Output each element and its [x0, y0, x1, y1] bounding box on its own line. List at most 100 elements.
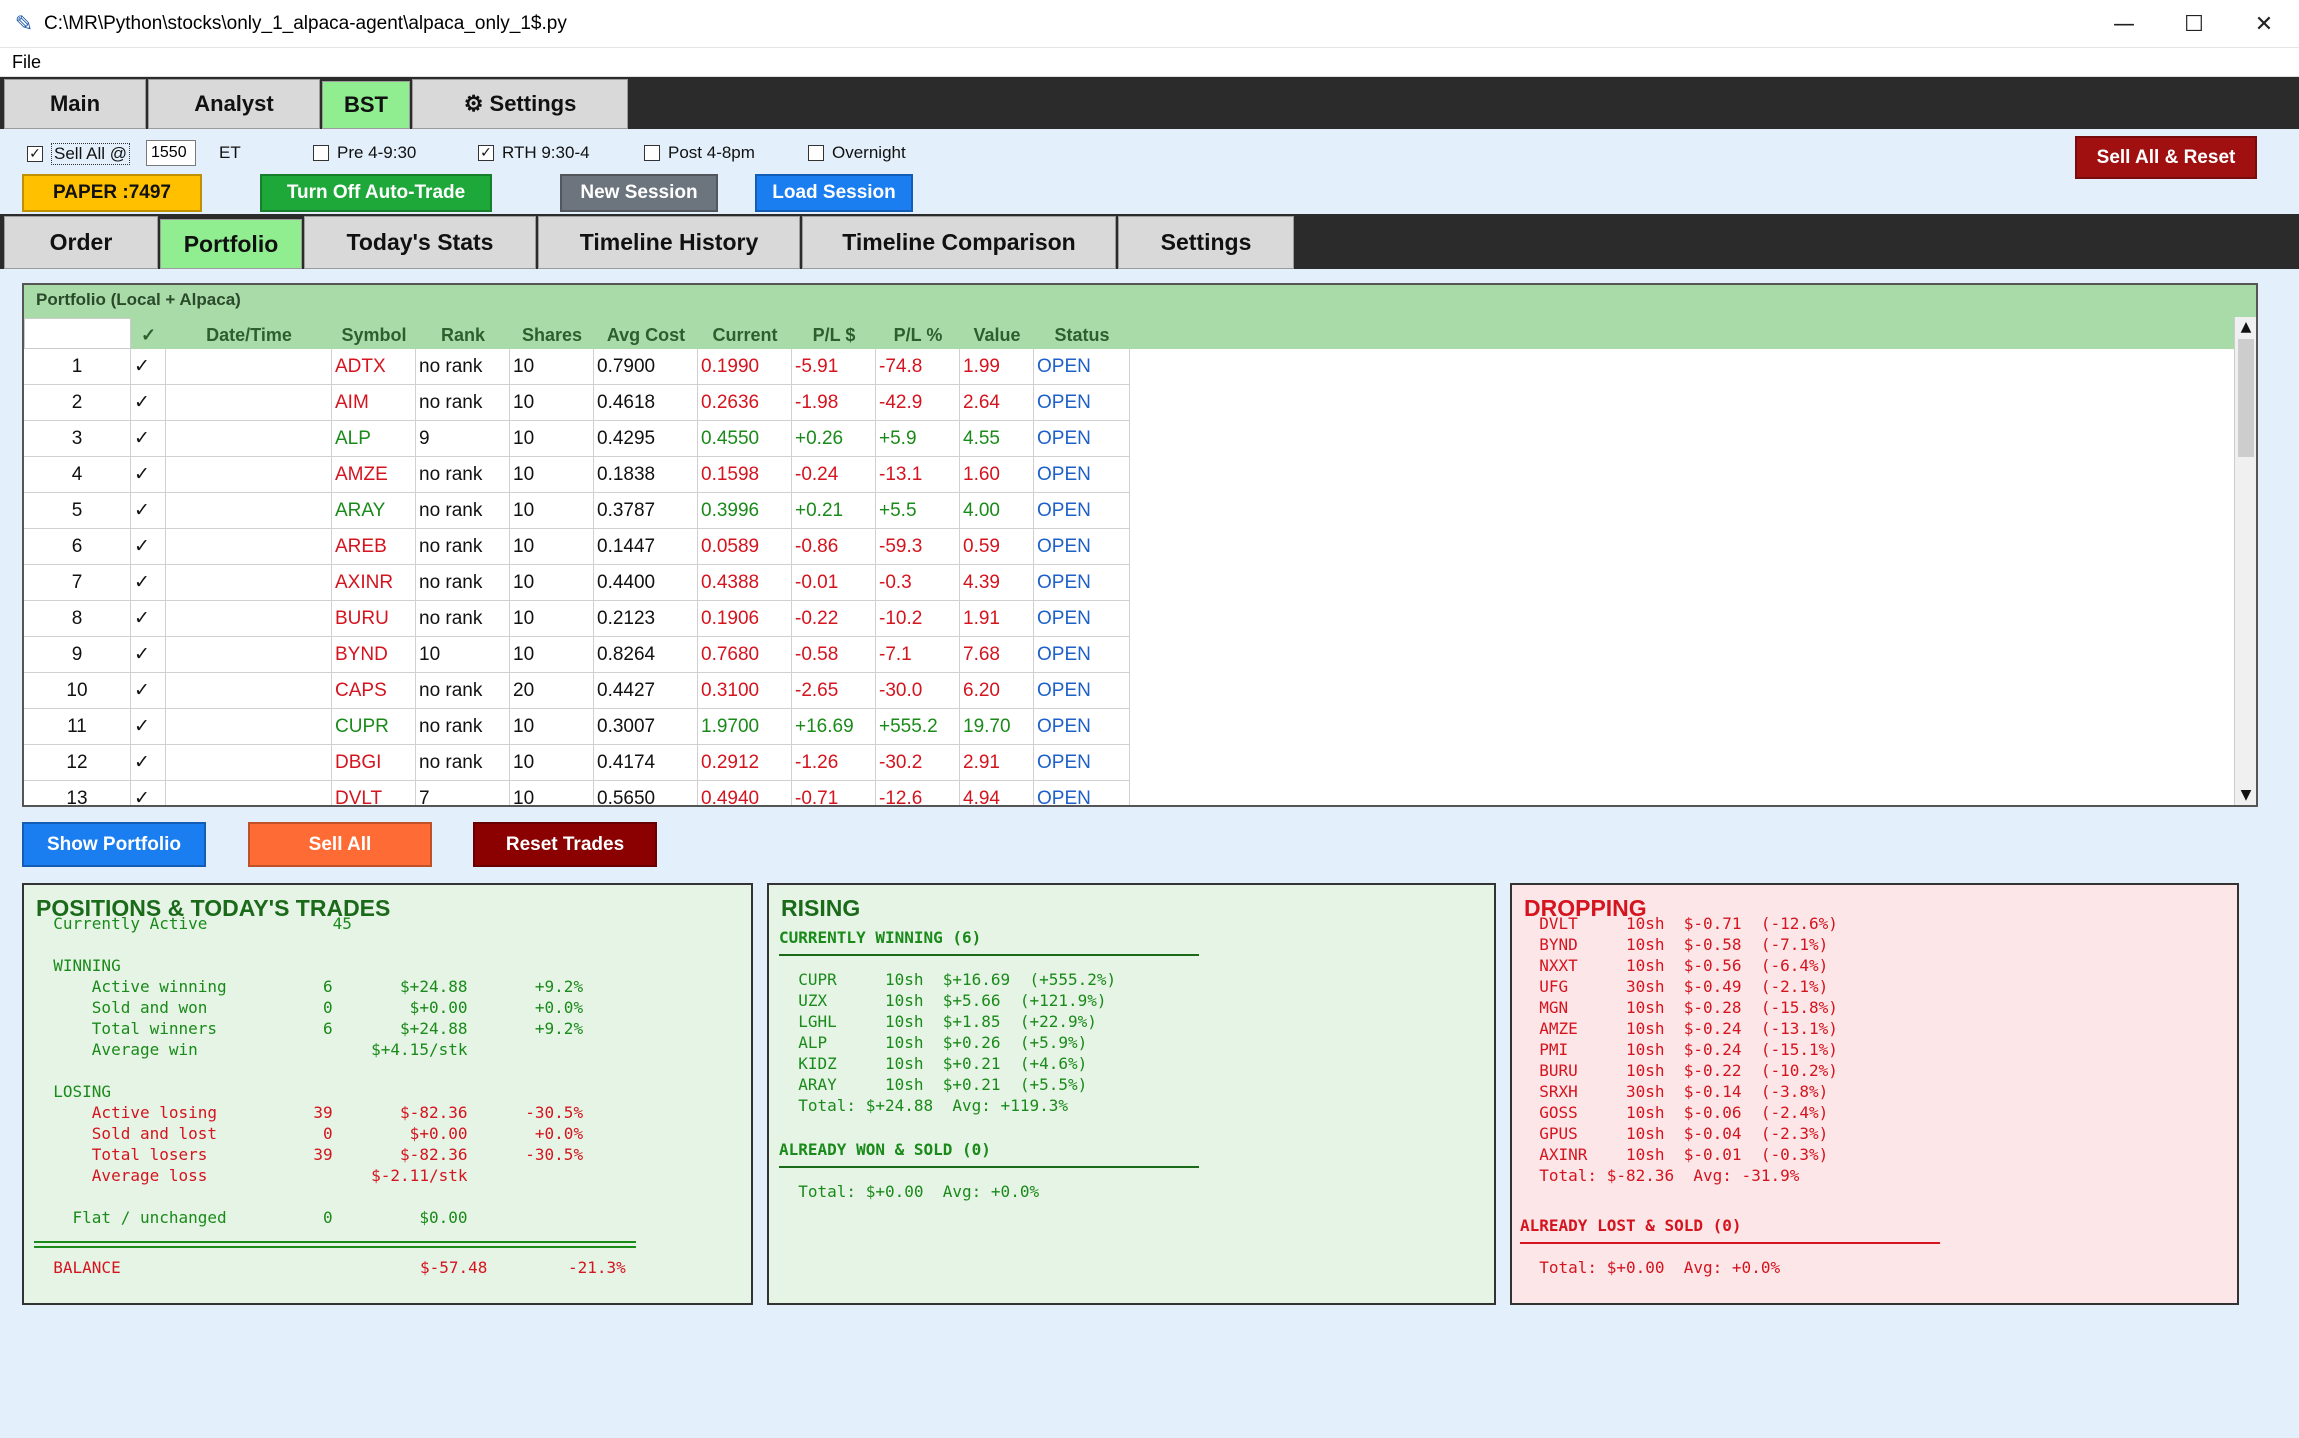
minimize-button[interactable]: — [2089, 0, 2159, 48]
col-status[interactable]: Status [1034, 322, 1130, 349]
panel-line: Average loss $-2.11/stk [34, 1166, 468, 1185]
col-pl-percent[interactable]: P/L % [876, 322, 960, 349]
scroll-thumb[interactable] [2238, 339, 2254, 457]
row-pl-dollar: -0.86 [792, 529, 876, 565]
row-pl-dollar: -1.98 [792, 385, 876, 421]
table-row[interactable]: 7 ✓ AXINR no rank 10 0.4400 0.4388 -0.01 -0.3 4.3… [24, 565, 1130, 601]
col-check[interactable]: ✓ [131, 322, 166, 349]
row-index: 9 [24, 637, 131, 673]
col-value[interactable]: Value [960, 322, 1034, 349]
paper-account-button[interactable]: PAPER :7497 [22, 174, 202, 212]
reset-trades-button[interactable]: Reset Trades [473, 822, 657, 867]
tab-timeline-comparison[interactable]: Timeline Comparison [802, 216, 1116, 269]
tab-analyst[interactable]: Analyst [148, 79, 320, 129]
row-datetime [166, 385, 332, 421]
row-status: OPEN [1034, 781, 1130, 805]
row-index: 12 [24, 745, 131, 781]
col-rank[interactable]: Rank [416, 322, 510, 349]
maximize-button[interactable]: ☐ [2159, 0, 2229, 48]
row-index: 3 [24, 421, 131, 457]
panel-line: Sold and won 0 $+0.00 +0.0% [34, 998, 584, 1017]
show-portfolio-button[interactable]: Show Portfolio [22, 822, 206, 867]
row-avg-cost: 0.3787 [594, 493, 698, 529]
col-datetime[interactable]: Date/Time [166, 322, 332, 349]
balance-value: $-57.48 [420, 1258, 488, 1277]
row-value: 4.39 [960, 565, 1034, 601]
table-row[interactable]: 8 ✓ BURU no rank 10 0.2123 0.1906 -0.22 -10.2 1.9… [24, 601, 1130, 637]
row-avg-cost: 0.1838 [594, 457, 698, 493]
row-status: OPEN [1034, 637, 1130, 673]
table-row[interactable]: 1 ✓ ADTX no rank 10 0.7900 0.1990 -5.91 -74.8 1.9… [24, 349, 1130, 385]
auto-trade-toggle-button[interactable]: Turn Off Auto-Trade [260, 174, 492, 212]
table-row[interactable]: 13 ✓ DVLT 7 10 0.5650 0.4940 -0.71 -12.6 4.94 OPEN [24, 781, 1130, 805]
row-status: OPEN [1034, 709, 1130, 745]
overnight-checkbox[interactable]: Overnight [808, 143, 906, 163]
table-row[interactable]: 3 ✓ ALP 9 10 0.4295 0.4550 +0.26 +5.9 4.55 OPEN [24, 421, 1130, 457]
scroll-down-arrow-icon[interactable]: ▼ [2238, 787, 2254, 803]
row-datetime [166, 493, 332, 529]
table-row[interactable]: 4 ✓ AMZE no rank 10 0.1838 0.1598 -0.24 -13.1 1.6… [24, 457, 1130, 493]
col-symbol[interactable]: Symbol [332, 322, 416, 349]
pre-market-checkbox[interactable]: Pre 4-9:30 [313, 143, 416, 163]
row-shares: 10 [510, 637, 594, 673]
table-row[interactable]: 6 ✓ AREB no rank 10 0.1447 0.0589 -0.86 -59.3 0.5… [24, 529, 1130, 565]
table-row[interactable]: 2 ✓ AIM no rank 10 0.4618 0.2636 -1.98 -42.9 2.64… [24, 385, 1130, 421]
row-current: 0.4550 [698, 421, 792, 457]
menu-file[interactable]: File [12, 52, 41, 73]
row-index: 7 [24, 565, 131, 601]
row-index: 10 [24, 673, 131, 709]
row-shares: 10 [510, 781, 594, 805]
table-row[interactable]: 5 ✓ ARAY no rank 10 0.3787 0.3996 +0.21 +5.5 4.00… [24, 493, 1130, 529]
row-pl-dollar: -0.24 [792, 457, 876, 493]
panel-line: UZX 10sh $+5.66 (+121.9%) [779, 991, 1107, 1010]
row-datetime [166, 349, 332, 385]
row-rank: no rank [416, 385, 510, 421]
panel-line: Sold and lost 0 $+0.00 +0.0% [34, 1124, 584, 1143]
table-row[interactable]: 11 ✓ CUPR no rank 10 0.3007 1.9700 +16.69 +555.2… [24, 709, 1130, 745]
portfolio-header: Portfolio (Local + Alpaca) ✓ Date/Time S… [24, 285, 2256, 349]
row-value: 1.99 [960, 349, 1034, 385]
tab-main[interactable]: Main [4, 79, 146, 129]
new-session-button[interactable]: New Session [560, 174, 718, 212]
tab-bst[interactable]: BST [322, 81, 410, 129]
row-index: 2 [24, 385, 131, 421]
tab-order[interactable]: Order [4, 216, 158, 269]
tab-timeline-history[interactable]: Timeline History [538, 216, 800, 269]
table-row[interactable]: 9 ✓ BYND 10 10 0.8264 0.7680 -0.58 -7.1 7.68 OPEN [24, 637, 1130, 673]
row-shares: 10 [510, 565, 594, 601]
row-value: 1.60 [960, 457, 1034, 493]
load-session-button[interactable]: Load Session [755, 174, 913, 212]
row-check: ✓ [131, 745, 166, 781]
row-value: 2.64 [960, 385, 1034, 421]
row-check: ✓ [131, 385, 166, 421]
col-shares[interactable]: Shares [510, 322, 594, 349]
sell-all-time-input[interactable]: 1550 [146, 140, 196, 166]
row-pl-dollar: +16.69 [792, 709, 876, 745]
table-row[interactable]: 10 ✓ CAPS no rank 20 0.4427 0.3100 -2.65 -30.0 6.… [24, 673, 1130, 709]
table-row[interactable]: 12 ✓ DBGI no rank 10 0.4174 0.2912 -1.26 -30.2 2.… [24, 745, 1130, 781]
sell-all-button[interactable]: Sell All [248, 822, 432, 867]
post-market-label: Post 4-8pm [668, 143, 755, 162]
tab-settings-sub[interactable]: Settings [1118, 216, 1294, 269]
scroll-up-arrow-icon[interactable]: ▲ [2238, 319, 2254, 335]
row-shares: 10 [510, 709, 594, 745]
row-avg-cost: 0.8264 [594, 637, 698, 673]
row-avg-cost: 0.4427 [594, 673, 698, 709]
col-pl-dollar[interactable]: P/L $ [792, 322, 876, 349]
tab-settings-top[interactable]: ⚙ Settings [412, 79, 628, 129]
sell-all-reset-button[interactable]: Sell All & Reset [2075, 136, 2257, 179]
row-shares: 20 [510, 673, 594, 709]
close-button[interactable]: ✕ [2229, 0, 2299, 48]
tab-portfolio[interactable]: Portfolio [160, 219, 302, 269]
col-current[interactable]: Current [698, 322, 792, 349]
sell-all-at-checkbox[interactable]: ✓ Sell All @ [27, 143, 131, 165]
rth-checkbox[interactable]: ✓ RTH 9:30-4 [478, 143, 590, 163]
row-rank: no rank [416, 529, 510, 565]
panel-line: BYND 10sh $-0.58 (-7.1%) [1520, 935, 1829, 954]
post-market-checkbox[interactable]: Post 4-8pm [644, 143, 755, 163]
portfolio-scrollbar[interactable]: ▲ ▼ [2234, 317, 2256, 805]
tab-todays-stats[interactable]: Today's Stats [304, 216, 536, 269]
row-check: ✓ [131, 565, 166, 601]
app-area: Main Analyst BST ⚙ Settings ✓ Sell All @… [0, 77, 2299, 1438]
col-avg-cost[interactable]: Avg Cost [594, 322, 698, 349]
